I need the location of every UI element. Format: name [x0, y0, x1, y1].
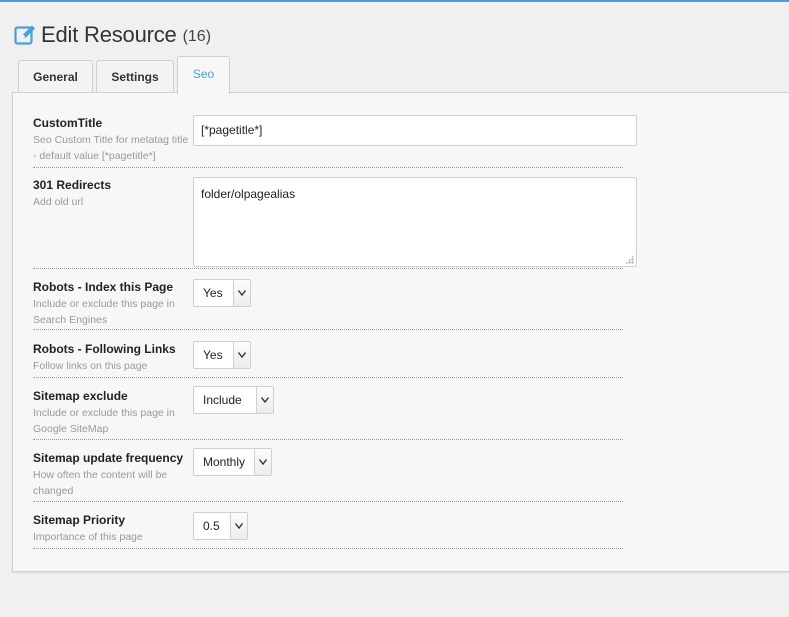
divider: [33, 377, 623, 378]
select-value: Yes: [203, 348, 223, 362]
field-label: Sitemap update frequency: [33, 451, 184, 465]
tab-general[interactable]: General: [18, 60, 93, 92]
chevron-down-icon[interactable]: [256, 387, 273, 413]
select-value: 0.5: [203, 519, 220, 533]
sitemap-exclude-select[interactable]: Include: [193, 386, 274, 414]
field-label: Sitemap Priority: [33, 513, 126, 527]
robots-follow-select[interactable]: Yes: [193, 341, 251, 369]
field-description: How often the content will be changed: [33, 469, 168, 497]
field-description: Include or exclude this page in Google S…: [33, 407, 175, 435]
field-description: Add old url: [33, 196, 84, 208]
page-title: Edit Resource: [41, 22, 177, 47]
field-label: Robots - Following Links: [33, 342, 176, 356]
custom-title-input[interactable]: [*pagetitle*]: [193, 115, 637, 146]
field-label: 301 Redirects: [33, 178, 112, 192]
field-label-group: 301 Redirects Add old url: [33, 177, 191, 210]
field-description: Importance of this page: [33, 531, 143, 543]
select-value: Monthly: [203, 455, 246, 469]
field-description: Include or exclude this page in Search E…: [33, 298, 175, 326]
chevron-down-icon[interactable]: [254, 449, 271, 475]
select-value: Yes: [203, 286, 223, 300]
divider: [33, 439, 623, 440]
redirects-textarea[interactable]: folder/olpagealias: [193, 177, 637, 267]
resize-grip-icon[interactable]: [625, 255, 634, 264]
field-label-group: Robots - Following Links Follow links on…: [33, 341, 191, 374]
chevron-down-icon[interactable]: [233, 280, 250, 306]
robots-index-select[interactable]: Yes: [193, 279, 251, 307]
field-label-group: Sitemap Priority Importance of this page: [33, 512, 191, 545]
field-label-group: Sitemap update frequency How often the c…: [33, 450, 191, 499]
divider: [33, 167, 623, 168]
chevron-down-icon[interactable]: [230, 513, 247, 539]
field-label-group: CustomTitle Seo Custom Title for metatag…: [33, 115, 191, 164]
field-label-group: Sitemap exclude Include or exclude this …: [33, 388, 191, 437]
field-label: Robots - Index this Page: [33, 280, 174, 294]
field-label: CustomTitle: [33, 116, 103, 130]
page-header: Edit Resource (16): [14, 20, 211, 50]
top-accent-line: [0, 0, 789, 2]
chevron-down-icon[interactable]: [233, 342, 250, 368]
redirects-value: folder/olpagealias: [201, 187, 296, 201]
tab-seo[interactable]: Seo: [177, 56, 230, 94]
divider: [33, 501, 623, 502]
divider: [33, 329, 623, 330]
field-description: Follow links on this page: [33, 360, 148, 372]
seo-panel: CustomTitle Seo Custom Title for metatag…: [12, 92, 789, 572]
sitemap-frequency-select[interactable]: Monthly: [193, 448, 272, 476]
field-label: Sitemap exclude: [33, 389, 128, 403]
sitemap-priority-select[interactable]: 0.5: [193, 512, 248, 540]
divider: [33, 268, 623, 269]
tab-settings[interactable]: Settings: [96, 60, 174, 92]
divider: [33, 548, 623, 549]
edit-icon: [14, 24, 36, 46]
select-value: Include: [203, 393, 242, 407]
field-label-group: Robots - Index this Page Include or excl…: [33, 279, 191, 328]
field-description: Seo Custom Title for metatag title - def…: [33, 134, 189, 162]
resource-id: (16): [182, 28, 212, 45]
